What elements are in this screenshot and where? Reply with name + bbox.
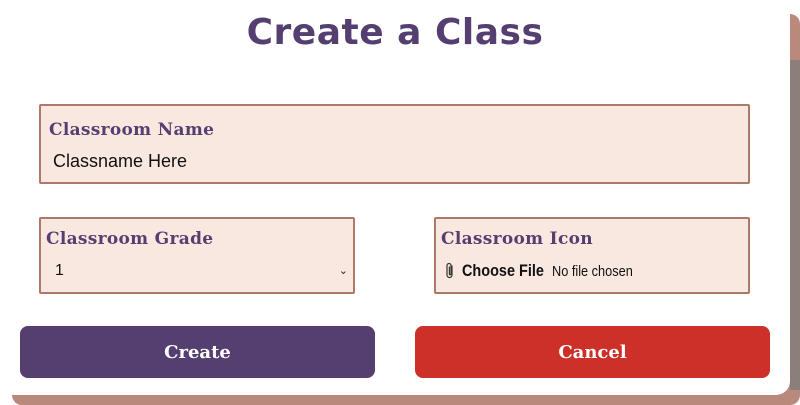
classroom-grade-field: Classroom Grade 1 ⌄ <box>39 217 355 294</box>
choose-file-button[interactable]: Choose File <box>462 261 544 281</box>
paperclip-icon <box>446 262 453 279</box>
classroom-name-label: Classroom Name <box>49 120 215 140</box>
classroom-name-field: Classroom Name <box>39 104 750 184</box>
classroom-grade-select[interactable] <box>49 259 349 285</box>
create-class-dialog: Create a Class Classroom Name Classroom … <box>0 0 790 395</box>
classroom-icon-field: Classroom Icon Choose File No file chose… <box>434 217 750 294</box>
classroom-name-input[interactable] <box>53 148 733 174</box>
no-file-chosen-text: No file chosen <box>552 262 634 280</box>
dialog-title: Create a Class <box>246 12 544 53</box>
cancel-button[interactable]: Cancel <box>415 326 770 378</box>
backdrop-edge <box>790 60 800 390</box>
classroom-icon-label: Classroom Icon <box>441 229 593 249</box>
file-picker[interactable]: Choose File No file chosen <box>444 261 647 281</box>
create-button[interactable]: Create <box>20 326 375 378</box>
classroom-grade-label: Classroom Grade <box>46 229 214 249</box>
